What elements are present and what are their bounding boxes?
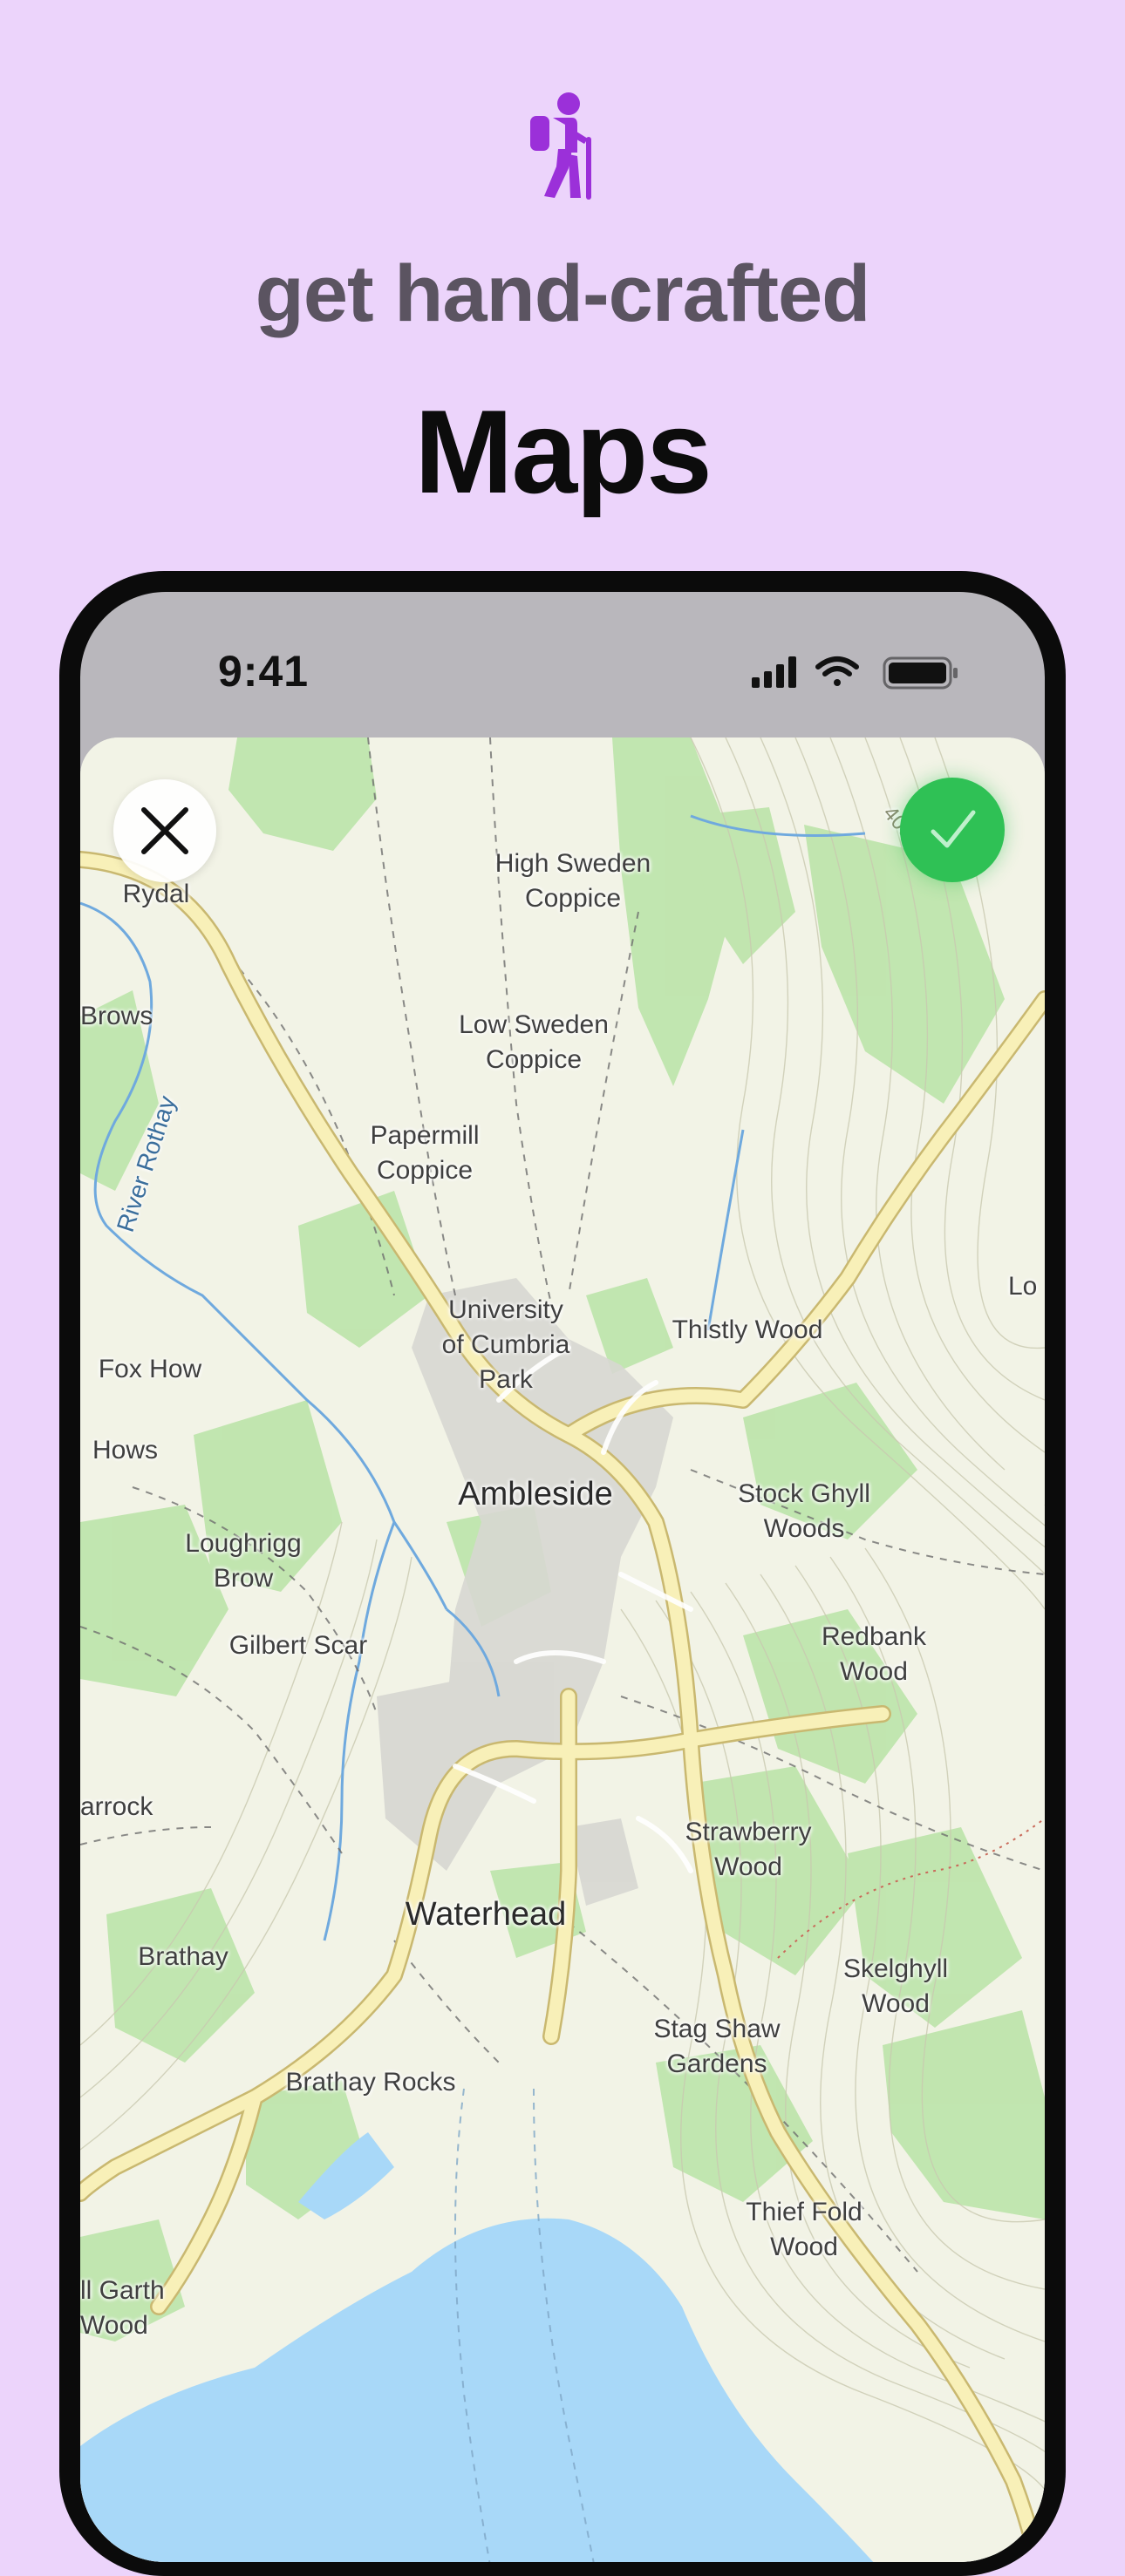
map-label-waterhead: Waterhead <box>405 1896 567 1933</box>
map-label-stock-ghyll-woods: Stock Ghyll Woods <box>738 1479 870 1543</box>
map-label-brathay: Brathay <box>138 1942 228 1971</box>
map-label-croft-arrock: arrock <box>80 1792 153 1821</box>
map-label-rydal: Rydal <box>122 880 190 908</box>
map-label-low-sweden-coppice: Low Sweden Coppice <box>459 1010 609 1074</box>
status-bar: 9:41 <box>80 592 1045 723</box>
map-label-loughrigg-brow: Loughrigg Brow <box>185 1529 302 1593</box>
status-icons <box>752 653 961 691</box>
map-label-strawberry-wood: Strawberry Wood <box>685 1818 812 1881</box>
map-label-hows: Hows <box>92 1436 159 1465</box>
promo-headline: Maps <box>414 385 712 518</box>
map-label-brathay-rocks: Brathay Rocks <box>285 2068 456 2097</box>
hiker-icon <box>523 92 602 201</box>
map-label-stag-shaw-gardens: Stag Shaw Gardens <box>653 2015 781 2078</box>
map-label-skelghyll-wood: Skelghyll Wood <box>842 1954 949 2018</box>
map-label-lo: Lo <box>1008 1272 1038 1301</box>
wifi-icon <box>815 656 859 686</box>
map-label-brows: Brows <box>80 1002 153 1030</box>
phone-frame: 9:41 Rydal Brows River Rothay High Swede… <box>59 571 1066 2576</box>
confirm-button[interactable] <box>900 778 1005 882</box>
status-time: 9:41 <box>218 647 310 696</box>
battery-icon <box>883 656 958 690</box>
map-label-university-cumbria-park: University of Cumbria Park <box>441 1295 570 1394</box>
map-label-thistly-wood: Thistly Wood <box>672 1315 823 1344</box>
map-label-ambleside: Ambleside <box>458 1476 613 1512</box>
map-label-high-sweden-coppice: High Sweden Coppice <box>494 849 651 913</box>
close-button[interactable] <box>113 779 216 882</box>
close-icon <box>141 807 188 854</box>
map-label-gilbert-scar: Gilbert Scar <box>228 1631 368 1660</box>
checkmark-icon <box>931 810 976 848</box>
phone-screen: 9:41 Rydal Brows River Rothay High Swede… <box>80 592 1045 2562</box>
map-view[interactable]: Rydal Brows River Rothay High Sweden Cop… <box>80 737 1045 2562</box>
map-label-ll-garth-wood: ll Garth Wood <box>80 2276 165 2340</box>
map-label-redbank-wood: Redbank Wood <box>821 1622 927 1686</box>
map-label-papermill-coppice: Papermill Coppice <box>370 1121 480 1185</box>
cellular-signal-icon <box>752 656 796 688</box>
map-label-thief-fold-wood: Thief Fold Wood <box>746 2198 862 2261</box>
promo-tagline: get hand-crafted <box>255 249 871 338</box>
map-label-fox-how: Fox How <box>98 1355 202 1383</box>
